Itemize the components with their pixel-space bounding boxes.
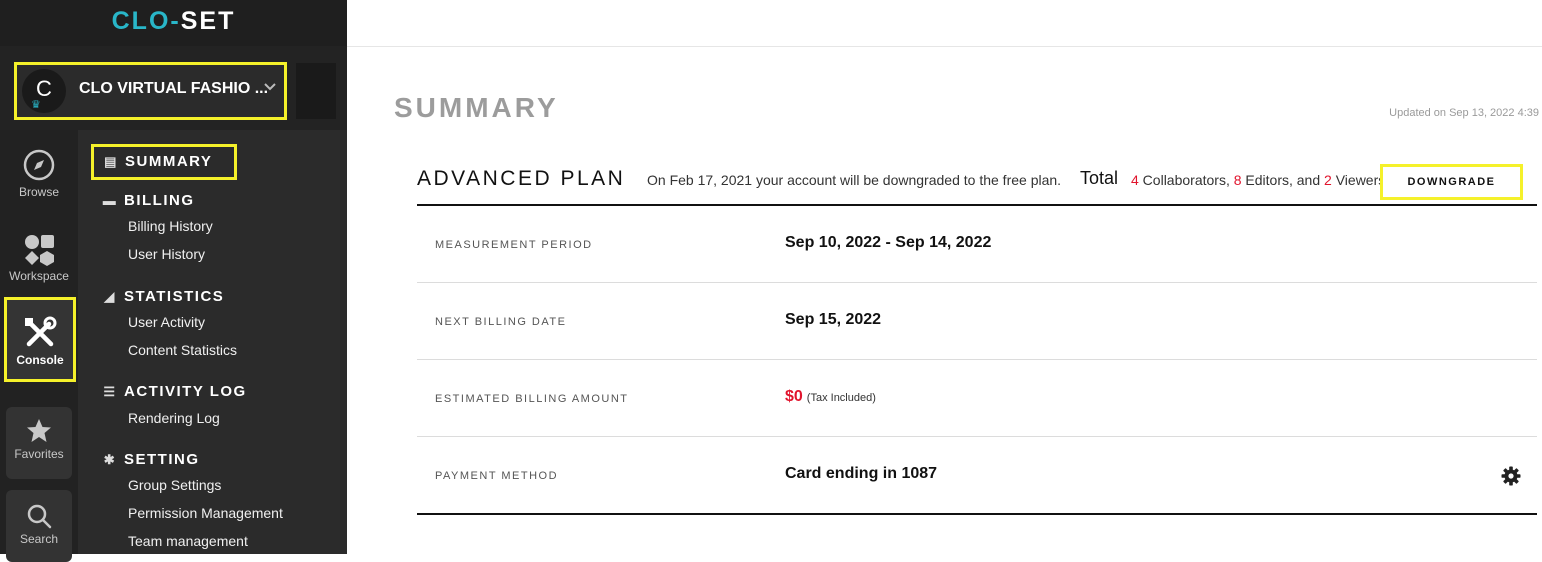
rail-favorites[interactable]: Favorites [6,407,72,479]
rail-workspace[interactable]: Workspace [6,232,72,304]
main-content: SUMMARY Updated on Sep 13, 2022 4:39 ADV… [347,0,1542,554]
workspace-icon [25,235,54,266]
org-selector[interactable]: C ♛ CLO VIRTUAL FASHIO ... [14,62,287,120]
rail-workspace-label: Workspace [9,269,69,283]
next-billing-date-label: NEXT BILLING DATE [435,316,567,328]
info-row-next-billing: NEXT BILLING DATE Sep 15, 2022 [417,283,1537,360]
downgrade-button[interactable]: DOWNGRADE [1380,164,1523,200]
menu-activity-log-label: ACTIVITY LOG [124,383,247,400]
logo-bar: CLO-SET [0,0,347,46]
org-avatar: C [22,69,66,113]
logo-part-clo: CLO [111,7,171,35]
payment-method-label: PAYMENT METHOD [435,470,559,482]
editors-count: 8 [1233,172,1242,188]
menu-statistics[interactable]: ◢ STATISTICS [102,288,224,305]
summary-bottom-divider [417,513,1537,515]
menu-team-management[interactable]: Team management [128,533,248,549]
star-icon [27,419,51,442]
org-name: CLO VIRTUAL FASHIO ... [79,80,269,97]
document-icon: ▤ [104,154,118,169]
rail-favorites-label: Favorites [14,447,64,461]
menu-group-settings[interactable]: Group Settings [128,477,221,493]
plan-total-label: Total [1080,168,1119,188]
search-icon [27,504,52,529]
menu-rendering-log[interactable]: Rendering Log [128,410,220,426]
org-side-panel[interactable] [296,63,336,119]
estimated-billing-label: ESTIMATED BILLING AMOUNT [435,393,629,405]
compass-icon [23,149,55,181]
chart-icon: ◢ [104,289,116,304]
estimated-amount: $0 [785,388,803,405]
gear-icon: ✱ [103,452,117,467]
menu-content-statistics[interactable]: Content Statistics [128,342,237,358]
rail-browse[interactable]: Browse [6,148,72,220]
menu-setting-label: SETTING [124,451,200,468]
page-title: SUMMARY [394,92,559,123]
next-billing-date-value: Sep 15, 2022 [785,311,882,328]
icon-rail: Browse Workspace Console Favorites Searc… [0,130,78,562]
rail-search-label: Search [19,532,59,546]
menu-user-activity[interactable]: User Activity [128,314,205,330]
collaborators-label: Collaborators, [1138,172,1234,188]
rail-search[interactable]: Search [6,490,72,562]
logo-part-set: SET [180,7,236,35]
plan-name: ADVANCED PLAN [417,167,626,190]
collaborators-count: 4 [1131,172,1139,188]
menu-summary[interactable]: ▤ SUMMARY [91,144,238,180]
payment-method-value: Card ending in 1087 [785,465,938,482]
info-row-estimated: ESTIMATED BILLING AMOUNT $0 (Tax Included… [417,360,1537,437]
plan-header: ADVANCED PLAN On Feb 17, 2021 your accou… [417,164,1537,205]
tax-note: (Tax Included) [806,392,876,404]
viewers-label: Viewers [1331,172,1386,188]
rail-console[interactable]: Console [4,297,76,382]
info-row-measurement: MEASUREMENT PERIOD Sep 10, 2022 - Sep 14… [417,206,1537,283]
menu-user-history[interactable]: User History [128,246,205,262]
menu-summary-label: SUMMARY [125,153,213,170]
measurement-period-label: MEASUREMENT PERIOD [435,239,593,251]
menu-billing[interactable]: ▬ BILLING [102,192,195,209]
info-row-payment: PAYMENT METHOD Card ending in 1087 [417,437,1537,513]
updated-timestamp: Updated on Sep 13, 2022 4:39 [1389,107,1539,119]
clo-set-logo[interactable]: CLO-SET [0,7,347,36]
credit-card-icon: ▬ [102,193,118,208]
viewers-count: 2 [1324,172,1332,188]
header-divider [347,46,1542,47]
menu-activity-log[interactable]: ☰ ACTIVITY LOG [102,383,247,400]
logo-separator: - [170,7,181,35]
tools-icon [25,316,57,347]
crown-icon: ♛ [31,99,41,111]
editors-label: Editors, and [1241,172,1325,188]
rail-console-label: Console [16,353,64,367]
plan-notice: On Feb 17, 2021 your account will be dow… [647,172,1062,188]
menu-billing-history[interactable]: Billing History [128,218,213,234]
sidebar: CLO-SET C ♛ CLO VIRTUAL FASHIO ... Brows… [0,0,347,562]
rail-browse-label: Browse [18,185,59,199]
menu-permission-management[interactable]: Permission Management [128,505,283,521]
estimated-billing-value: $0 (Tax Included) [785,388,876,406]
plan-member-counts: 4 Collaborators, 8 Editors, and 2 Viewer… [1131,172,1385,188]
menu-setting[interactable]: ✱ SETTING [102,451,200,468]
console-menu: ▤ SUMMARY ▬ BILLING Billing History User H… [78,130,347,554]
gear-icon[interactable] [1501,466,1521,491]
menu-billing-label: BILLING [124,192,195,209]
sliders-icon: ☰ [103,384,117,399]
measurement-period-value: Sep 10, 2022 - Sep 14, 2022 [785,234,992,251]
chevron-down-icon[interactable] [263,79,277,95]
menu-statistics-label: STATISTICS [124,288,225,305]
